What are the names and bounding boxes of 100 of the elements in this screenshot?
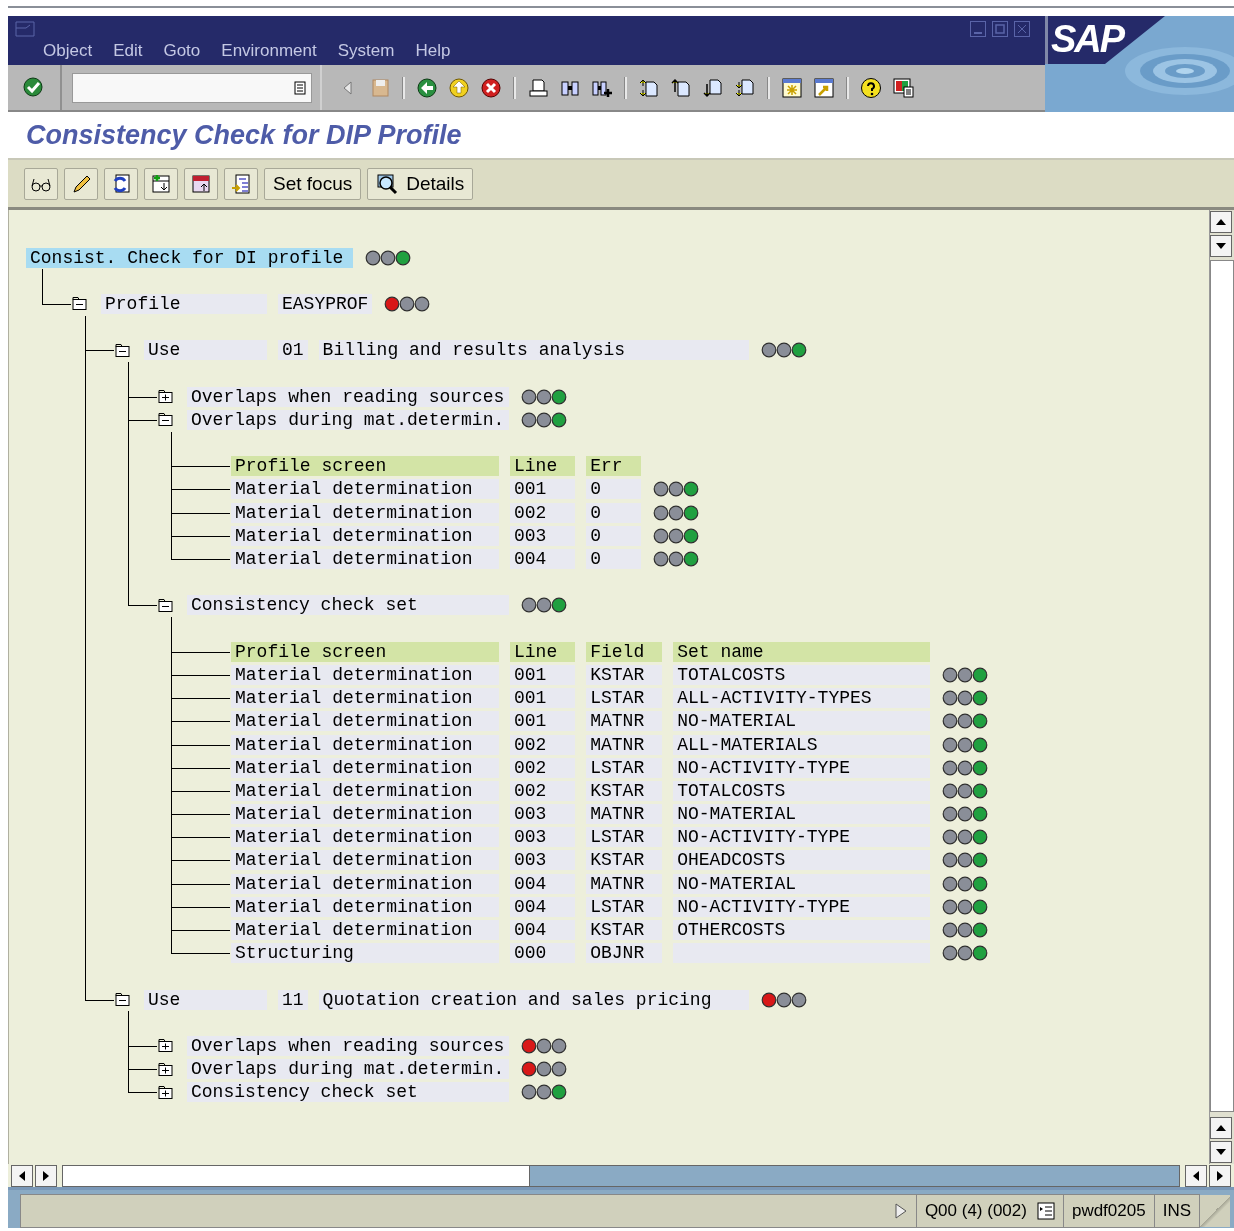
tree-cell: Structuring: [231, 943, 499, 964]
toolbar-button[interactable]: Set focus: [264, 167, 362, 200]
insert-mode[interactable]: INS: [1154, 1193, 1200, 1228]
tree-cell: Use: [144, 340, 267, 361]
tree-cell: NO-MATERIAL: [673, 873, 930, 894]
new-window-icon[interactable]: [781, 76, 803, 99]
tree-cell: Material determination: [231, 734, 499, 755]
tree-cell: LSTAR: [586, 827, 663, 848]
export-list-button[interactable]: [224, 167, 258, 200]
tree-cell: OHEADCOSTS: [673, 850, 930, 871]
column-header: Profile screen: [231, 456, 499, 477]
tree-cell: Material determination: [231, 711, 499, 732]
tree-cell: MATNR: [586, 711, 663, 732]
expand-icon[interactable]: [158, 1085, 173, 1099]
tree-cell: Material determination: [231, 920, 499, 941]
previous-page-icon[interactable]: [670, 76, 692, 99]
column-header: Profile screen: [231, 641, 499, 662]
tree-cell: NO-ACTIVITY-TYPE: [673, 896, 930, 917]
tree-cell: Quotation creation and sales pricing: [318, 989, 749, 1010]
expand-icon[interactable]: [158, 1039, 173, 1053]
collapse-icon[interactable]: [115, 993, 130, 1007]
next-page-icon[interactable]: [702, 76, 724, 99]
move-row-icon: [190, 172, 212, 195]
tree-root-label[interactable]: Consist. Check for DI profile: [26, 247, 354, 268]
glasses-button[interactable]: [24, 167, 58, 200]
tree-cell: 003: [510, 827, 576, 848]
back-icon[interactable]: [416, 76, 438, 99]
collapse-icon[interactable]: [158, 413, 173, 427]
scroll-right-button[interactable]: [1209, 1164, 1231, 1187]
insert-row-icon: [150, 172, 172, 195]
column-header: Err: [586, 456, 641, 477]
list-icon: [293, 79, 307, 96]
check-icon[interactable]: [22, 75, 46, 100]
tree-cell: 11: [278, 989, 308, 1010]
tree-cell: Use: [144, 989, 267, 1010]
resize-grip[interactable]: [1200, 1194, 1230, 1227]
server-name: pwdf0205: [1063, 1193, 1155, 1228]
tree-cell: Profile: [101, 293, 267, 314]
tree-cell: Material determination: [231, 688, 499, 709]
menu-item[interactable]: Environment: [221, 41, 317, 61]
refresh-button[interactable]: [104, 167, 138, 200]
tree-cell: Material determination: [231, 804, 499, 825]
menu-item[interactable]: Object: [43, 41, 93, 61]
tree-cell: LSTAR: [586, 757, 663, 778]
scroll-down-button[interactable]: [1210, 235, 1232, 257]
column-header: Set name: [673, 641, 930, 662]
move-row-button[interactable]: [184, 167, 218, 200]
shortcut-icon[interactable]: [813, 76, 835, 99]
menu-item[interactable]: Edit: [113, 41, 143, 61]
print-icon[interactable]: [527, 76, 549, 99]
tree-cell: EASYPROF: [278, 293, 373, 314]
tree-cell: Material determination: [231, 525, 499, 546]
menu-item[interactable]: Help: [415, 41, 451, 61]
tree-cell: OBJNR: [586, 943, 663, 964]
collapse-icon[interactable]: [115, 343, 130, 357]
insert-row-button[interactable]: [144, 167, 178, 200]
menu-item[interactable]: System: [337, 41, 395, 61]
system-info: Q00 (4) (002): [924, 1200, 1027, 1221]
scrollbar-thumb[interactable]: [1210, 260, 1234, 1112]
tree-cell: Consistency check set: [187, 595, 509, 616]
column-header: Line: [510, 641, 576, 662]
logo: SAP: [1051, 18, 1124, 61]
tree-cell: Material determination: [231, 664, 499, 685]
scroll-up-button[interactable]: [1210, 211, 1232, 233]
cancel-icon[interactable]: [480, 76, 502, 99]
tree-cell: 003: [510, 850, 576, 871]
tree-cell: 001: [510, 711, 576, 732]
tree-cell: OTHERCOSTS: [673, 920, 930, 941]
magnifier-icon: [376, 172, 399, 195]
collapse-icon[interactable]: [158, 598, 173, 612]
tree-cell: 002: [510, 780, 576, 801]
tree-cell: Overlaps when reading sources: [187, 1035, 509, 1056]
command-field[interactable]: [72, 72, 312, 103]
toolbar-button[interactable]: Details: [367, 167, 474, 200]
scroll-left-button[interactable]: [11, 1164, 33, 1187]
scrollbar-thumb[interactable]: [63, 1165, 530, 1186]
export-list-icon: [230, 172, 252, 195]
monitor-icon[interactable]: [892, 76, 914, 99]
scroll-right-button[interactable]: [35, 1164, 57, 1187]
collapse-icon[interactable]: [72, 297, 87, 311]
tree-cell: Overlaps during mat.determin.: [187, 1059, 509, 1080]
tree-cell: MATNR: [586, 804, 663, 825]
scroll-up-button[interactable]: [1210, 1117, 1232, 1139]
tree-cell: 000: [510, 943, 576, 964]
screen-title: Consistency Check for DIP Profile: [25, 119, 462, 151]
scroll-down-button[interactable]: [1210, 1141, 1232, 1163]
last-page-icon[interactable]: [734, 76, 756, 99]
expand-icon[interactable]: [158, 1062, 173, 1076]
tree-cell: KSTAR: [586, 920, 663, 941]
help-icon[interactable]: [860, 76, 882, 99]
scroll-left-button[interactable]: [1185, 1164, 1207, 1187]
tree-cell: KSTAR: [586, 780, 663, 801]
tree-cell: TOTALCOSTS: [673, 664, 930, 685]
pencil-button[interactable]: [64, 167, 98, 200]
column-header: Field: [586, 641, 663, 662]
tree-cell: NO-MATERIAL: [673, 711, 930, 732]
menu-item[interactable]: Goto: [163, 41, 201, 61]
expand-icon[interactable]: [158, 390, 173, 404]
tree-cell: Material determination: [231, 479, 499, 500]
system-menu-icon: [14, 20, 38, 38]
